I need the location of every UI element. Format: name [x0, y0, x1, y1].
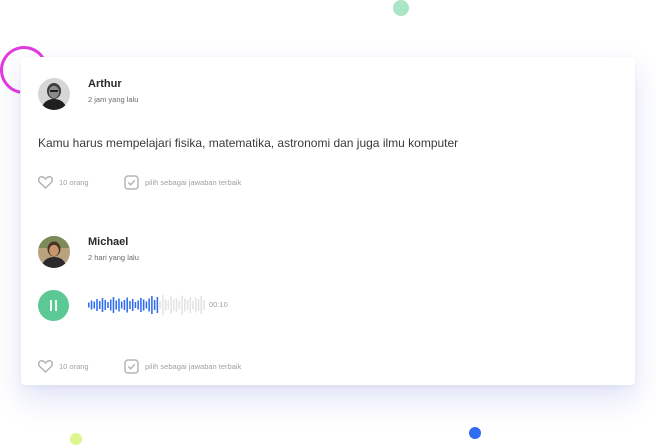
- waveform-bar: [126, 297, 128, 313]
- waveform-bar: [200, 296, 203, 314]
- decorative-dot-green: [393, 0, 409, 16]
- comment-message: Kamu harus mempelajari fisika, matematik…: [38, 136, 459, 150]
- heart-icon: [37, 359, 54, 374]
- avatar-arthur[interactable]: [38, 78, 70, 110]
- waveform-bar: [175, 298, 178, 312]
- best-answer-label: pilih sebagai jawaban terbaik: [145, 362, 242, 371]
- waveform-bar: [129, 301, 131, 309]
- waveform-bar: [167, 300, 170, 310]
- decorative-dot-blue: [469, 427, 481, 439]
- waveform-bar: [148, 298, 150, 312]
- waveform-bar: [109, 299, 112, 311]
- waveform-bar: [142, 299, 145, 311]
- waveform-bar: [164, 299, 167, 311]
- waveform-bar: [120, 301, 123, 309]
- comment-timestamp: 2 hari yang lalu: [88, 253, 139, 262]
- waveform-bar: [96, 299, 98, 311]
- waveform-bar: [137, 300, 139, 310]
- waveform-bar: [151, 296, 153, 314]
- waveform-bar: [131, 299, 134, 311]
- comments-card: Arthur 2 jam yang lalu Kamu harus mempel…: [21, 57, 635, 385]
- waveform-bar: [123, 300, 126, 310]
- waveform-bar: [145, 301, 148, 309]
- best-answer-button[interactable]: pilih sebagai jawaban terbaik: [124, 359, 241, 374]
- waveform-bar: [104, 300, 107, 310]
- checkbox-check-icon: [124, 359, 139, 374]
- best-answer-button[interactable]: pilih sebagai jawaban terbaik: [124, 175, 241, 190]
- audio-duration: 00:10: [209, 300, 228, 309]
- checkbox-check-icon: [124, 175, 139, 190]
- waveform-bar: [195, 297, 197, 313]
- avatar-michael[interactable]: [38, 236, 70, 268]
- like-button[interactable]: 10 orang: [37, 359, 89, 374]
- waveform-bar: [93, 301, 96, 309]
- waveform-bar: [181, 295, 183, 315]
- like-count: 10 orang: [59, 362, 89, 371]
- waveform-bar: [153, 300, 156, 310]
- like-count: 10 orang: [59, 178, 89, 187]
- waveform-bar: [98, 301, 101, 309]
- best-answer-label: pilih sebagai jawaban terbaik: [145, 178, 242, 187]
- waveform-bar: [156, 297, 159, 313]
- waveform-bar: [88, 302, 90, 308]
- waveform-bar: [90, 300, 93, 310]
- waveform-bar: [162, 295, 164, 315]
- waveform-bar: [192, 300, 194, 310]
- audio-waveform[interactable]: [88, 293, 206, 317]
- waveform-bar: [107, 302, 109, 308]
- waveform-bar: [140, 298, 142, 312]
- waveform-bar: [112, 297, 115, 313]
- waveform-bar: [115, 300, 117, 310]
- waveform-bar: [101, 298, 104, 312]
- waveform-bar: [173, 299, 175, 311]
- waveform-bar: [186, 300, 189, 310]
- audio-play-pause-button[interactable]: [38, 290, 69, 321]
- waveform-bar: [134, 302, 137, 308]
- heart-icon: [37, 175, 54, 190]
- waveform-bar: [118, 298, 120, 312]
- waveform-bar: [178, 301, 181, 309]
- waveform-bar: [184, 298, 186, 312]
- waveform-bar: [159, 301, 161, 309]
- comment-author-name[interactable]: Michael: [88, 236, 128, 248]
- decorative-dot-lime: [70, 433, 82, 445]
- comment-timestamp: 2 jam yang lalu: [88, 95, 139, 104]
- waveform-bar: [203, 300, 205, 310]
- waveform-bar: [189, 297, 192, 313]
- like-button[interactable]: 10 orang: [37, 175, 89, 190]
- waveform-bar: [197, 299, 200, 311]
- waveform-bar: [170, 296, 172, 314]
- comment-author-name[interactable]: Arthur: [88, 78, 122, 90]
